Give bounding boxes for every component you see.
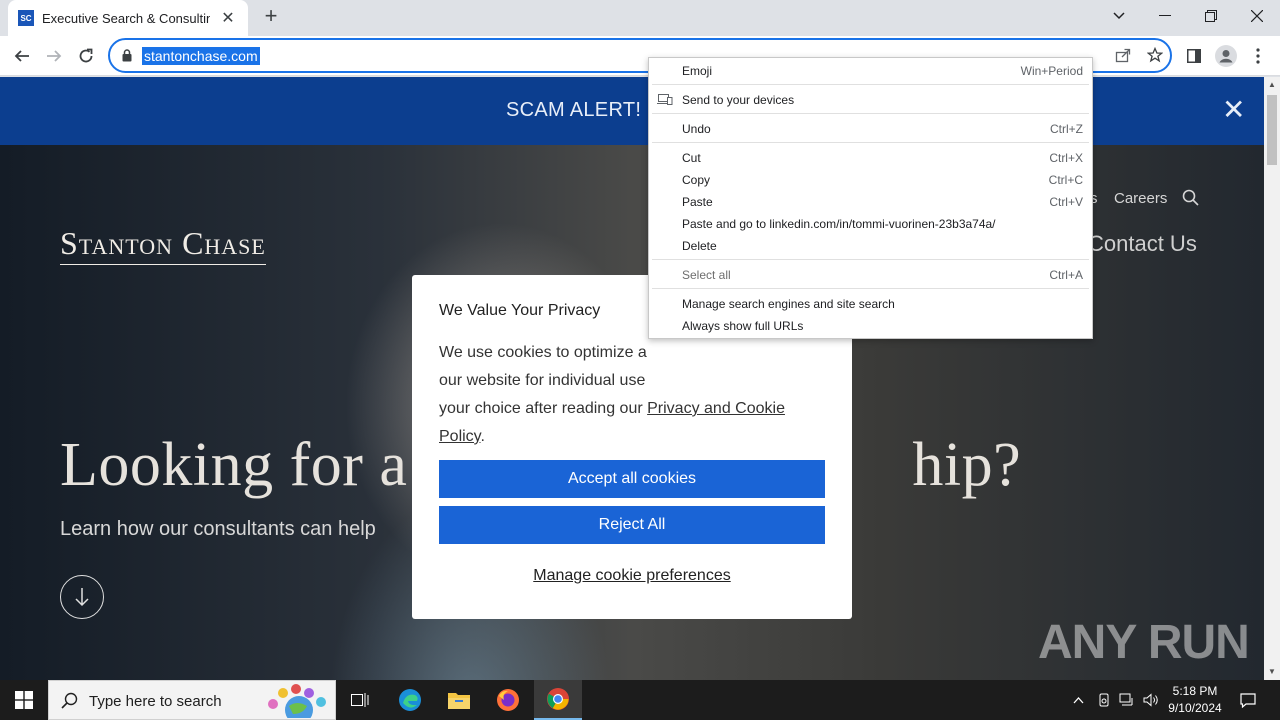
menu-kebab-icon[interactable] <box>1246 44 1270 68</box>
back-button[interactable] <box>8 42 36 70</box>
windows-taskbar: Type here to search 5:18 PM 9/10/2024 <box>0 680 1280 720</box>
menu-separator <box>652 113 1089 114</box>
forward-button[interactable] <box>40 42 68 70</box>
hero-title-right: hip? <box>912 431 1022 499</box>
notification-icon[interactable] <box>1234 680 1262 720</box>
chrome-icon[interactable] <box>534 680 582 720</box>
scroll-up-icon[interactable]: ▲ <box>1268 80 1276 89</box>
manage-cookie-preferences-link[interactable]: Manage cookie preferences <box>412 567 852 585</box>
context-menu: Emoji Win+Period Send to your devices Un… <box>648 57 1093 339</box>
task-view-icon[interactable] <box>336 680 384 720</box>
accept-all-cookies-button[interactable]: Accept all cookies <box>439 460 825 498</box>
edge-browser-icon[interactable] <box>386 680 434 720</box>
devices-icon <box>657 94 673 108</box>
menu-item-send-to-devices[interactable]: Send to your devices <box>649 89 1092 111</box>
tab-search-icon[interactable] <box>1096 0 1142 32</box>
restore-button[interactable] <box>1188 0 1234 32</box>
new-tab-button[interactable]: + <box>258 4 284 30</box>
menu-item-copy[interactable]: Copy Ctrl+C <box>649 169 1092 191</box>
search-highlight-image <box>263 684 331 720</box>
side-panel-icon[interactable] <box>1182 44 1206 68</box>
menu-item-paste[interactable]: Paste Ctrl+V <box>649 191 1092 213</box>
scroll-down-icon[interactable]: ▼ <box>1268 667 1276 676</box>
taskbar-search-box[interactable]: Type here to search <box>48 680 336 720</box>
anyrun-watermark: ANY RUN <box>1038 616 1250 669</box>
url-text[interactable]: stantonchase.com <box>142 47 260 65</box>
tab-strip: SC Executive Search & Consulting F ✕ + <box>0 0 1280 36</box>
taskbar-clock[interactable]: 5:18 PM 9/10/2024 <box>1160 683 1230 717</box>
tab-active[interactable]: SC Executive Search & Consulting F ✕ <box>8 0 248 36</box>
search-icon <box>61 692 78 714</box>
modal-body-line: your choice after reading our Privacy an… <box>439 400 785 445</box>
contact-us-link[interactable]: Contact Us <box>1088 231 1197 257</box>
menu-separator <box>652 288 1089 289</box>
close-icon[interactable]: ✕ <box>1222 96 1245 124</box>
clock-date: 9/10/2024 <box>1168 701 1222 715</box>
alert-text: SCAM ALERT! F <box>506 99 660 121</box>
tab-close-icon[interactable]: ✕ <box>218 8 238 28</box>
search-icon[interactable] <box>1182 189 1199 210</box>
menu-item-cut[interactable]: Cut Ctrl+X <box>649 147 1092 169</box>
tab-title: Executive Search & Consulting F <box>42 10 210 26</box>
reload-button[interactable] <box>72 42 100 70</box>
scrollbar-thumb[interactable] <box>1267 95 1277 165</box>
network-icon[interactable] <box>1116 680 1138 720</box>
menu-item-always-show-full-urls[interactable]: Always show full URLs <box>649 315 1092 337</box>
nav-link-careers[interactable]: Careers <box>1114 190 1167 207</box>
chevron-up-icon[interactable] <box>1068 680 1088 720</box>
windows-start-icon[interactable] <box>0 680 48 720</box>
menu-separator <box>652 142 1089 143</box>
menu-item-paste-and-go[interactable]: Paste and go to linkedin.com/in/tommi-vu… <box>649 213 1092 235</box>
menu-item-select-all[interactable]: Select all Ctrl+A <box>649 264 1092 286</box>
arrow-down-icon[interactable] <box>60 575 104 619</box>
file-explorer-icon[interactable] <box>435 680 483 720</box>
menu-item-undo[interactable]: Undo Ctrl+Z <box>649 118 1092 140</box>
reject-all-button[interactable]: Reject All <box>439 506 825 544</box>
modal-title: We Value Your Privacy <box>439 302 601 319</box>
lock-icon[interactable] <box>122 49 132 67</box>
minimize-button[interactable] <box>1142 0 1188 32</box>
page-scrollbar[interactable]: ▲ ▼ <box>1264 77 1280 680</box>
menu-item-delete[interactable]: Delete <box>649 235 1092 257</box>
menu-separator <box>652 259 1089 260</box>
device-icon[interactable] <box>1094 680 1114 720</box>
clock-time: 5:18 PM <box>1172 684 1218 698</box>
menu-item-manage-search-engines[interactable]: Manage search engines and site search <box>649 293 1092 315</box>
modal-body-line: our website for individual use <box>439 372 646 389</box>
bookmark-star-icon[interactable] <box>1145 46 1165 67</box>
close-window-button[interactable] <box>1234 0 1280 32</box>
search-placeholder: Type here to search <box>89 693 222 710</box>
profile-avatar-icon[interactable] <box>1214 44 1238 68</box>
site-logo[interactable]: Stanton Chase <box>60 225 266 265</box>
hero-title-left: Looking for a <box>60 431 408 499</box>
menu-separator <box>652 84 1089 85</box>
volume-icon[interactable] <box>1140 680 1162 720</box>
modal-body-line: We use cookies to optimize a <box>439 344 647 361</box>
hero-subtitle: Learn how our consultants can help <box>60 518 376 540</box>
modal-body: We use cookies to optimize a our website… <box>439 339 829 451</box>
share-icon[interactable] <box>1113 47 1133 67</box>
menu-item-emoji[interactable]: Emoji Win+Period <box>649 60 1092 82</box>
favicon: SC <box>18 10 34 26</box>
firefox-icon[interactable] <box>484 680 532 720</box>
